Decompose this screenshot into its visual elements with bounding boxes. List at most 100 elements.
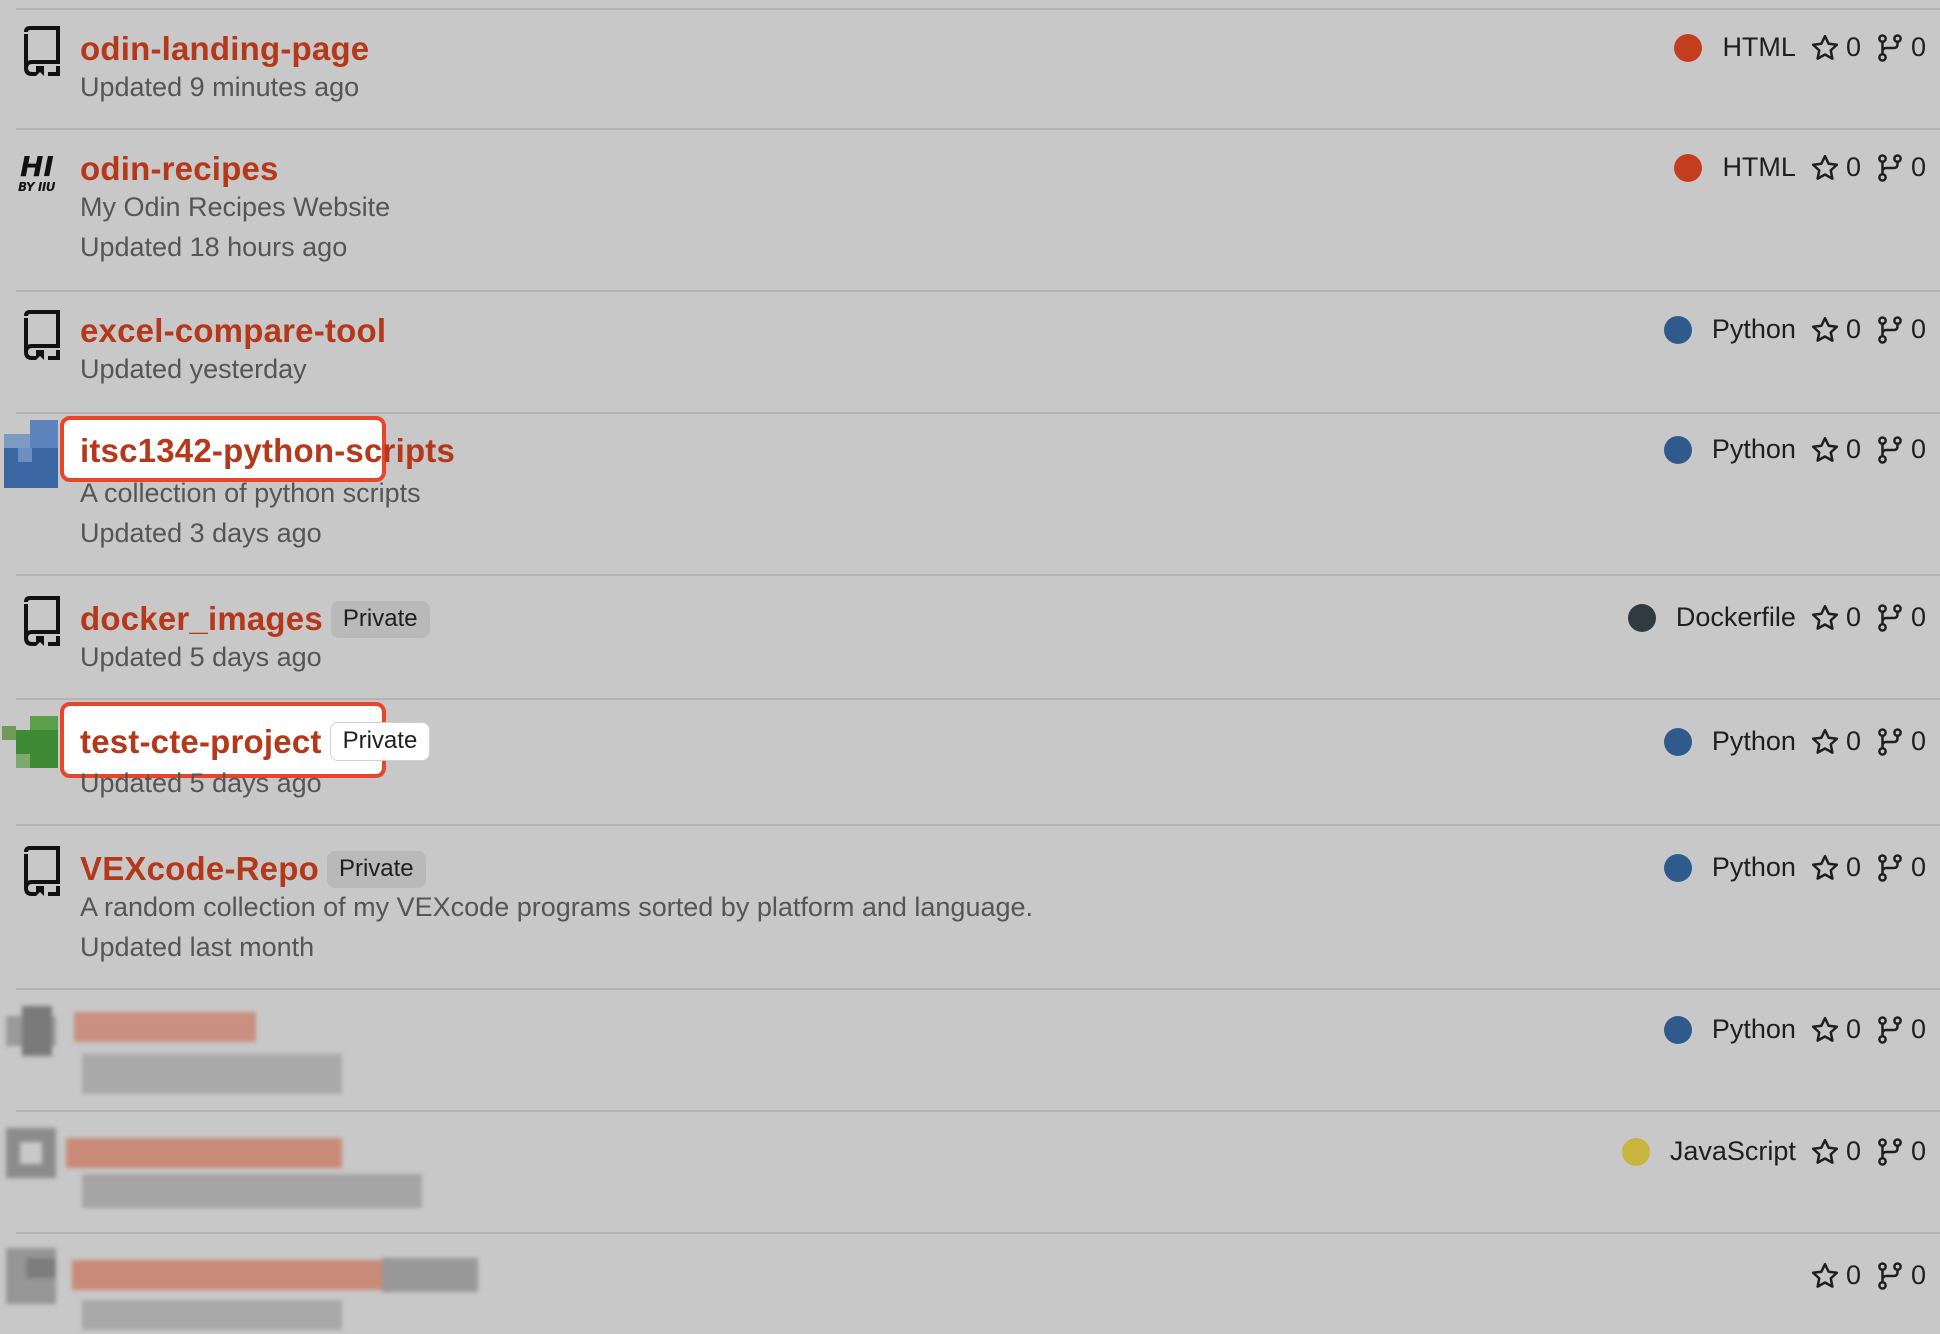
star-icon[interactable] <box>1810 33 1840 63</box>
language-label: Python <box>1711 852 1796 882</box>
language-label: Python <box>1711 314 1796 344</box>
fork-count[interactable]: 0 <box>1911 434 1926 465</box>
language-label: HTML <box>1722 152 1796 182</box>
repo-meta: 0 0 <box>1810 1260 1926 1291</box>
repo-meta: Python 0 0 <box>1663 852 1926 883</box>
star-icon[interactable] <box>1810 1261 1840 1291</box>
language-color-dot <box>1627 603 1656 632</box>
language-color-dot <box>1663 727 1692 756</box>
fork-icon[interactable] <box>1875 1015 1905 1045</box>
language-label: Python <box>1711 1014 1796 1044</box>
fork-count[interactable]: 0 <box>1911 32 1926 63</box>
language-color-dot <box>1621 1137 1650 1166</box>
repo-row: VEXcode-Repo Private A random collection… <box>16 824 1940 990</box>
fork-count[interactable]: 0 <box>1911 1014 1926 1045</box>
star-count[interactable]: 0 <box>1846 32 1861 63</box>
language-color-dot <box>1663 315 1692 344</box>
repo-name-line: excel-compare-tool <box>80 312 386 350</box>
repo-name-link[interactable]: excel-compare-tool <box>80 312 386 350</box>
repo-name-link[interactable]: VEXcode-Repo <box>80 850 319 888</box>
redacted-name <box>74 1012 256 1042</box>
fork-icon[interactable] <box>1875 153 1905 183</box>
redacted-badge <box>382 1258 478 1292</box>
fork-count[interactable]: 0 <box>1911 1260 1926 1291</box>
repo-description: My Odin Recipes Website <box>80 192 391 222</box>
repo-row: A collection of python scripts itsc1342-… <box>4 412 1940 576</box>
fork-count[interactable]: 0 <box>1911 852 1926 883</box>
repo-updated: Updated 5 days ago <box>80 642 322 672</box>
repo-row: odin-landing-page Updated 9 minutes ago … <box>16 8 1940 130</box>
redacted-name <box>72 1260 390 1290</box>
fork-icon[interactable] <box>1875 1137 1905 1167</box>
hi-logo-subtext: BY IIU <box>18 180 56 194</box>
repo-meta: Dockerfile 0 0 <box>1627 602 1926 633</box>
repo-row: Updated 5 days ago test-cte-project Priv… <box>2 698 1940 826</box>
repo-name-link[interactable]: itsc1342-python-scripts <box>80 432 455 470</box>
fork-count[interactable]: 0 <box>1911 152 1926 183</box>
hi-logo-text: HI <box>20 150 54 183</box>
star-icon[interactable] <box>1810 603 1840 633</box>
fork-icon[interactable] <box>1875 603 1905 633</box>
star-count[interactable]: 0 <box>1846 152 1861 183</box>
redacted-description <box>82 1054 342 1094</box>
star-icon[interactable] <box>1810 1137 1840 1167</box>
language-label: HTML <box>1722 32 1796 62</box>
star-icon[interactable] <box>1810 315 1840 345</box>
star-icon[interactable] <box>1810 1015 1840 1045</box>
redacted-name <box>66 1138 342 1168</box>
pixel-avatar <box>6 1006 56 1056</box>
private-badge: Private <box>326 850 426 888</box>
fork-count[interactable]: 0 <box>1911 314 1926 345</box>
pixel-avatar <box>6 1248 56 1304</box>
star-count[interactable]: 0 <box>1846 1260 1861 1291</box>
redacted-description <box>82 1174 422 1208</box>
repo-updated: Updated last month <box>80 932 315 962</box>
repo-updated: Updated 5 days ago <box>80 768 322 798</box>
repo-name-line: itsc1342-python-scripts <box>80 432 455 470</box>
star-count[interactable]: 0 <box>1846 434 1861 465</box>
fork-icon[interactable] <box>1875 315 1905 345</box>
repo-name-link[interactable]: docker_images <box>80 600 323 638</box>
language-color-dot <box>1663 853 1692 882</box>
repo-name-link[interactable]: odin-landing-page <box>80 30 369 68</box>
private-badge: Private <box>329 722 431 761</box>
star-count[interactable]: 0 <box>1846 852 1861 883</box>
language-color-dot <box>1674 153 1703 182</box>
fork-count[interactable]: 0 <box>1911 1136 1926 1167</box>
fork-icon[interactable] <box>1875 33 1905 63</box>
star-count[interactable]: 0 <box>1846 602 1861 633</box>
fork-count[interactable]: 0 <box>1911 602 1926 633</box>
star-icon[interactable] <box>1810 435 1840 465</box>
repo-meta: Python 0 0 <box>1663 314 1926 345</box>
repo-name-line: VEXcode-Repo Private <box>80 850 426 888</box>
language-label: Python <box>1711 434 1796 464</box>
repository-list: odin-landing-page Updated 9 minutes ago … <box>0 0 1940 1332</box>
repo-meta: Python 0 0 <box>1663 434 1926 465</box>
star-icon[interactable] <box>1810 153 1840 183</box>
repo-updated: Updated yesterday <box>80 354 307 384</box>
repo-updated: Updated 9 minutes ago <box>80 72 360 102</box>
repo-row: excel-compare-tool Updated yesterday Pyt… <box>16 290 1940 414</box>
fork-count[interactable]: 0 <box>1911 726 1926 757</box>
star-count[interactable]: 0 <box>1846 726 1861 757</box>
private-badge: Private <box>330 600 430 638</box>
language-color-dot <box>1663 435 1692 464</box>
star-count[interactable]: 0 <box>1846 1136 1861 1167</box>
star-count[interactable]: 0 <box>1846 314 1861 345</box>
star-icon[interactable] <box>1810 853 1840 883</box>
repo-name-link[interactable]: test-cte-project <box>80 723 322 761</box>
fork-icon[interactable] <box>1875 1261 1905 1291</box>
repo-name-link[interactable]: odin-recipes <box>80 150 279 188</box>
star-icon[interactable] <box>1810 727 1840 757</box>
fork-icon[interactable] <box>1875 727 1905 757</box>
pixel-avatar <box>4 420 58 488</box>
language-color-dot <box>1663 1015 1692 1044</box>
fork-icon[interactable] <box>1875 435 1905 465</box>
repo-name-line: test-cte-project Private <box>80 722 431 761</box>
fork-icon[interactable] <box>1875 853 1905 883</box>
repo-meta: HTML 0 0 <box>1674 152 1926 183</box>
repo-name-line: odin-landing-page <box>80 30 369 68</box>
repo-updated: Updated 3 days ago <box>80 518 322 548</box>
repo-meta: Python 0 0 <box>1663 726 1926 757</box>
star-count[interactable]: 0 <box>1846 1014 1861 1045</box>
